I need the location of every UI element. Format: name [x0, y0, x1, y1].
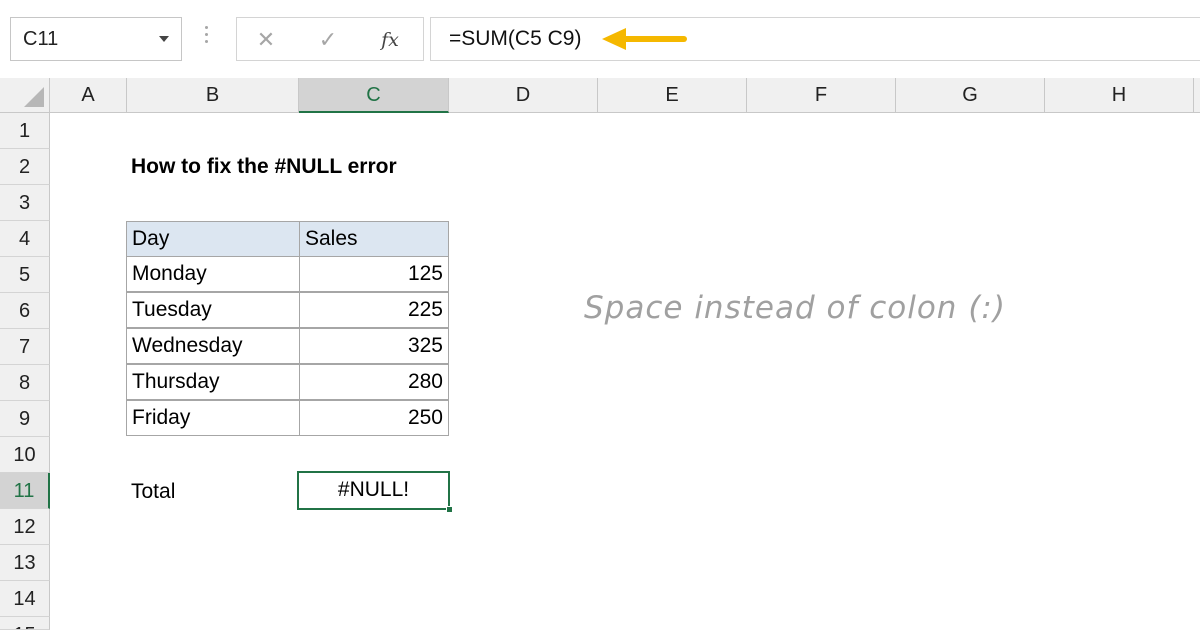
chevron-down-icon[interactable] — [159, 36, 169, 42]
row-header-11[interactable]: 11 — [0, 473, 50, 509]
row-header-5[interactable]: 5 — [0, 257, 50, 293]
table-header-sales[interactable]: Sales — [299, 221, 449, 257]
column-header-e[interactable]: E — [598, 78, 747, 113]
table-cell-day[interactable]: Monday — [126, 256, 300, 292]
fill-handle[interactable] — [446, 506, 453, 513]
column-header-a[interactable]: A — [50, 78, 127, 113]
cancel-icon[interactable]: ✕ — [251, 26, 281, 54]
sheet-title[interactable]: How to fix the #NULL error — [131, 149, 397, 185]
row-header-3[interactable]: 3 — [0, 185, 50, 221]
name-box-value: C11 — [23, 28, 59, 50]
table-cell-sales[interactable]: 225 — [299, 292, 449, 328]
total-label[interactable]: Total — [131, 474, 175, 510]
row-header-12[interactable]: 12 — [0, 509, 50, 545]
table-cell-day[interactable]: Tuesday — [126, 292, 300, 328]
row-header-2[interactable]: 2 — [0, 149, 50, 185]
table-cell-sales[interactable]: 250 — [299, 400, 449, 436]
spreadsheet-grid: A B C D E F G H 1 2 3 4 5 6 7 8 9 10 11 … — [0, 78, 1200, 630]
row-header-10[interactable]: 10 — [0, 437, 50, 473]
table-cell-day[interactable]: Wednesday — [126, 328, 300, 364]
enter-icon[interactable]: ✓ — [313, 26, 343, 54]
row-header-8[interactable]: 8 — [0, 365, 50, 401]
row-header-1[interactable]: 1 — [0, 113, 50, 149]
name-box[interactable]: C11 — [10, 17, 182, 61]
annotation-text: Space instead of colon (:) — [584, 290, 1006, 326]
table-header-day[interactable]: Day — [126, 221, 300, 257]
select-all-button[interactable] — [0, 78, 50, 113]
grip-icon[interactable] — [205, 26, 209, 48]
select-all-icon — [24, 87, 44, 107]
arrow-left-icon — [602, 28, 687, 50]
row-header-4[interactable]: 4 — [0, 221, 50, 257]
table-cell-day[interactable]: Thursday — [126, 364, 300, 400]
column-header-h[interactable]: H — [1045, 78, 1194, 113]
insert-function-icon[interactable]: fx — [375, 26, 405, 54]
column-header-f[interactable]: F — [747, 78, 896, 113]
formula-text: =SUM(C5 C9) — [449, 27, 582, 50]
table-cell-sales[interactable]: 325 — [299, 328, 449, 364]
column-header-c[interactable]: C — [299, 78, 449, 113]
row-header-13[interactable]: 13 — [0, 545, 50, 581]
formula-buttons: ✕ ✓ fx — [236, 17, 424, 61]
row-header-7[interactable]: 7 — [0, 329, 50, 365]
formula-input[interactable]: =SUM(C5 C9) — [430, 17, 1200, 61]
total-value: #NULL! — [337, 478, 410, 501]
row-header-14[interactable]: 14 — [0, 581, 50, 617]
column-header-d[interactable]: D — [449, 78, 598, 113]
formula-bar: C11 ✕ ✓ fx =SUM(C5 C9) — [0, 0, 1200, 78]
column-header-b[interactable]: B — [127, 78, 299, 113]
row-header-6[interactable]: 6 — [0, 293, 50, 329]
table-cell-sales[interactable]: 280 — [299, 364, 449, 400]
selected-cell-c11[interactable]: #NULL! — [297, 471, 453, 513]
column-header-i[interactable] — [1194, 78, 1200, 113]
table-cell-day[interactable]: Friday — [126, 400, 300, 436]
row-header-15[interactable]: 15 — [0, 617, 50, 630]
table-cell-sales[interactable]: 125 — [299, 256, 449, 292]
column-header-g[interactable]: G — [896, 78, 1045, 113]
row-header-9[interactable]: 9 — [0, 401, 50, 437]
